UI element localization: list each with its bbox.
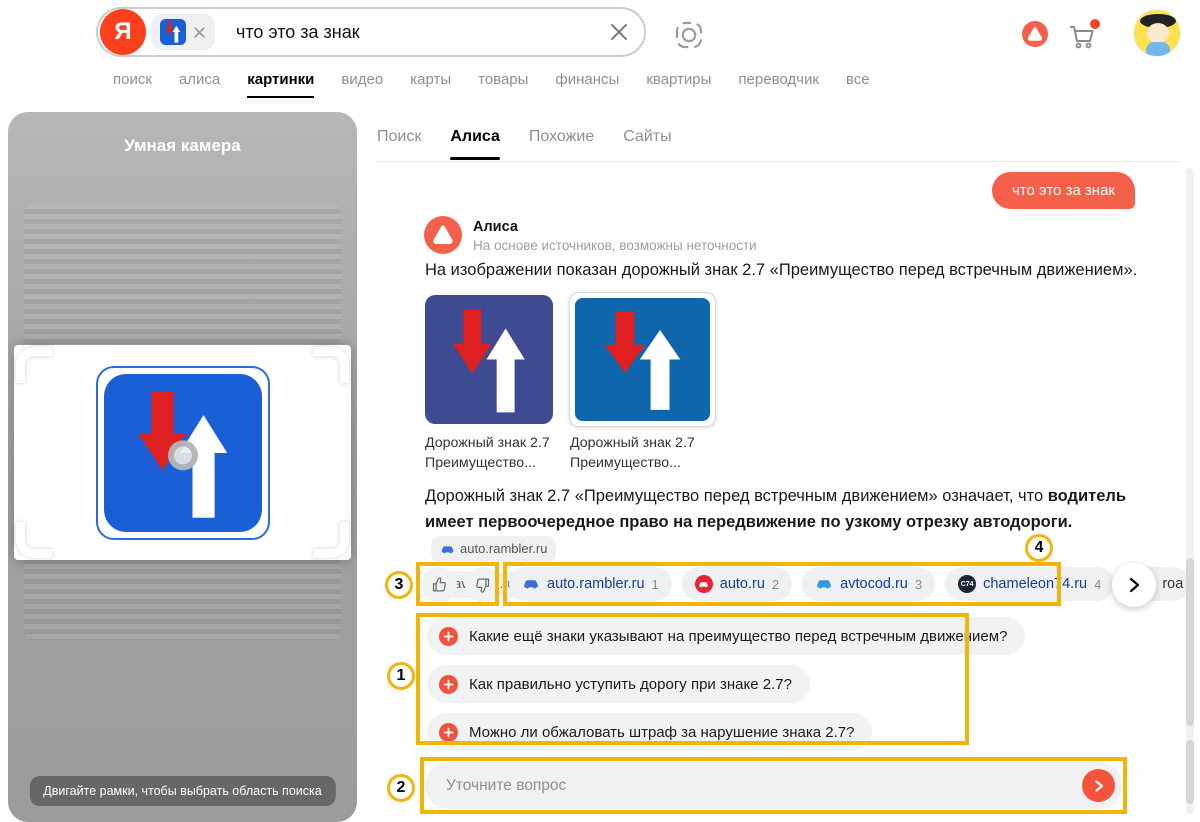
road-sign-graphic-2 [575, 298, 710, 421]
chameleon-favicon: C74 [958, 575, 976, 593]
plus-icon [439, 627, 458, 646]
source-chip-rambler[interactable]: auto.rambler.ru 1 [509, 567, 672, 601]
car-favicon [522, 575, 540, 593]
answer-intro-text: На изображении показан дорожный знак 2.7… [425, 261, 1155, 280]
send-button[interactable] [1082, 769, 1115, 802]
car-favicon [815, 575, 833, 593]
nav-images[interactable]: картинки [247, 71, 314, 98]
car-favicon [440, 542, 455, 557]
chips-scroll-next-button[interactable] [1112, 563, 1156, 607]
scrollbar-thumb[interactable] [1186, 558, 1194, 726]
nav-alisa[interactable]: алиса [179, 71, 220, 98]
clear-search-icon[interactable] [604, 17, 634, 47]
tab-similar[interactable]: Похожие [529, 128, 594, 160]
tab-search[interactable]: Поиск [377, 128, 421, 160]
crop-hint-tooltip: Двигайте рамки, чтобы выбрать область по… [29, 776, 335, 806]
suggestion-3[interactable]: Можно ли обжаловать штраф за нарушение з… [427, 713, 872, 751]
thumbs-up-button[interactable] [421, 567, 457, 603]
chevron-right-icon [1125, 576, 1143, 594]
user-message-bubble: что это за знак [992, 172, 1135, 209]
nav-video[interactable]: видео [341, 71, 383, 98]
nav-goods[interactable]: товары [478, 71, 528, 98]
nav-translator[interactable]: переводчик [738, 71, 818, 98]
annotation-marker-1: 1 [387, 662, 415, 690]
services-nav: поиск алиса картинки видео карты товары … [113, 71, 870, 98]
image-caption-2[interactable]: Дорожный знак 2.7 Преимущество... [570, 434, 695, 473]
cart-notification-dot [1090, 19, 1100, 29]
suggestion-2[interactable]: Как правильно уступить дорогу при знаке … [427, 665, 810, 703]
result-image-2[interactable] [569, 292, 716, 427]
plus-icon [439, 723, 458, 742]
crop-handle-bottom-right[interactable] [313, 522, 349, 558]
crop-selection-area[interactable] [14, 345, 351, 560]
tabs-divider [375, 161, 1180, 162]
alisa-avatar [424, 216, 462, 254]
avatar-face [1147, 23, 1169, 43]
crop-handle-bottom-left[interactable] [16, 522, 52, 558]
source-chip-avtocod[interactable]: avtocod.ru 3 [802, 567, 935, 601]
alisa-disclaimer: На основе источников, возможны неточност… [473, 238, 757, 253]
road-sign-graphic-1 [425, 295, 553, 424]
auto-ru-favicon [695, 575, 713, 593]
scrollbar-thumb[interactable] [1186, 740, 1194, 804]
result-image-1[interactable] [425, 295, 553, 424]
search-input[interactable]: что это за знак [236, 22, 360, 43]
inline-source-rambler[interactable]: auto.rambler.ru [431, 536, 556, 563]
road-sign-thumbnail-icon [160, 19, 186, 45]
followup-question-input[interactable] [425, 762, 1122, 809]
annotation-marker-3: 3 [385, 571, 413, 599]
user-avatar[interactable] [1133, 9, 1181, 57]
nav-maps[interactable]: карты [410, 71, 451, 98]
answer-detail-normal: Дорожный знак 2.7 «Преимущество перед вс… [425, 487, 1048, 505]
crop-handle-top-left[interactable] [16, 347, 52, 383]
image-query-chip[interactable] [151, 14, 215, 50]
tab-sites[interactable]: Сайты [623, 128, 671, 160]
annotation-marker-2: 2 [387, 774, 415, 802]
image-caption-1[interactable]: Дорожный знак 2.7 Преимущество... [425, 434, 550, 473]
crop-handle-top-right[interactable] [313, 347, 349, 383]
nav-finance[interactable]: финансы [555, 71, 619, 98]
smart-camera-panel: Умная камера Двигайте рамки, чтобы выбра… [8, 112, 357, 822]
alisa-name: Алиса [473, 219, 518, 235]
nav-apartments[interactable]: квартиры [646, 71, 711, 98]
source-chip-chameleon[interactable]: C74 chameleon74.ru 4 [945, 567, 1114, 601]
results-tabs: Поиск Алиса Похожие Сайты [377, 128, 672, 160]
source-chip-auto-ru[interactable]: auto.ru 2 [682, 567, 792, 601]
suggested-questions: Какие ещё знаки указывают на преимуществ… [427, 617, 1025, 761]
thumbs-down-button[interactable] [465, 567, 501, 603]
thumbs-down-icon [473, 575, 493, 595]
feedback-buttons [421, 567, 501, 603]
smart-camera-icon[interactable] [672, 18, 706, 52]
yandex-logo-letter: Я [114, 18, 131, 46]
alisa-icon[interactable] [1021, 20, 1049, 48]
nav-search[interactable]: поиск [113, 71, 152, 98]
remove-image-icon[interactable] [193, 26, 206, 39]
yandex-logo[interactable]: Я [100, 9, 146, 55]
send-chevron-icon [1092, 779, 1106, 793]
nav-all[interactable]: все [846, 71, 870, 98]
plus-icon [439, 675, 458, 694]
avatar-dress [1146, 42, 1170, 57]
smart-camera-title: Умная камера [8, 136, 357, 156]
crop-drag-handle[interactable] [168, 440, 198, 470]
thumbs-up-icon [429, 575, 449, 595]
suggestion-1[interactable]: Какие ещё знаки указывают на преимуществ… [427, 617, 1025, 655]
tab-alisa[interactable]: Алиса [450, 128, 500, 160]
annotation-marker-4: 4 [1025, 534, 1053, 562]
source-chips-row: auto.rambler.ru 1 auto.ru 2 avtocod.ru 3… [509, 567, 1190, 601]
